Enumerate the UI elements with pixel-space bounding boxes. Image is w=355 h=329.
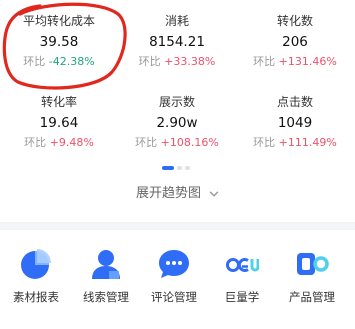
user-icon	[92, 250, 120, 279]
tool-label: 评论管理	[151, 290, 197, 304]
tool-label: 产品管理	[289, 290, 335, 304]
metric-label: 平均转化成本	[22, 14, 95, 28]
metric-impressions[interactable]: 展示数 2.90w 环比 +108.16%	[118, 94, 236, 150]
metric-label: 展示数	[158, 95, 195, 109]
metric-label: 转化率	[40, 95, 77, 109]
metric-clicks[interactable]: 点击数 1049 环比 +111.49%	[236, 94, 354, 150]
tool-ocean-learning[interactable]: 巨量学	[207, 247, 277, 305]
metric-value: 8154.21	[149, 34, 205, 50]
metric-value: 19.64	[39, 115, 79, 131]
metric-spend[interactable]: 消耗 8154.21 环比 +33.38%	[118, 13, 236, 69]
tool-material-report[interactable]: 素材报表	[1, 247, 71, 305]
ocean-logo-icon	[226, 258, 259, 272]
metric-avg-conversion-cost[interactable]: 平均转化成本 39.58 环比 -42.38%	[0, 13, 118, 69]
page-dot	[177, 166, 182, 170]
tool-lead-management[interactable]: 线索管理	[71, 247, 141, 305]
metric-conversions[interactable]: 转化数 206 环比 +131.46%	[236, 13, 354, 69]
metric-label: 转化数	[276, 14, 313, 28]
metric-value: 206	[282, 34, 308, 50]
expand-label: 展开趋势图	[135, 186, 201, 201]
metric-change: 环比 +131.46%	[253, 55, 337, 68]
tool-label: 线索管理	[83, 290, 129, 304]
metric-label: 消耗	[164, 14, 189, 28]
metric-value: 39.58	[39, 34, 79, 50]
metric-change: 环比 +9.48%	[24, 136, 94, 149]
metric-change: 环比 +111.49%	[253, 136, 337, 149]
pie-chart-icon	[21, 249, 51, 279]
chevron-down-icon	[209, 191, 219, 196]
page-indicator	[162, 166, 194, 170]
chat-bubble-icon	[159, 250, 189, 278]
metric-conversion-rate[interactable]: 转化率 19.64 环比 +9.48%	[0, 94, 118, 150]
tool-comment-management[interactable]: 评论管理	[139, 247, 209, 305]
metric-label: 点击数	[276, 95, 313, 109]
metric-change: 环比 +108.16%	[135, 136, 219, 149]
product-logo-icon	[297, 253, 329, 275]
metric-value: 1049	[277, 115, 313, 131]
tool-label: 巨量学	[224, 290, 260, 304]
page-dot	[185, 166, 190, 170]
metric-change: 环比 +33.38%	[138, 55, 216, 68]
metrics-panel: 平均转化成本 39.58 环比 -42.38% 消耗 8154.21 环比 +3…	[0, 0, 355, 162]
tool-label: 素材报表	[13, 290, 59, 304]
section-divider	[0, 222, 355, 230]
tool-product-management[interactable]: 产品管理	[277, 247, 347, 305]
page-dot-active	[162, 166, 174, 170]
metric-change: 环比 -42.38%	[23, 55, 95, 68]
expand-trend-chart-button[interactable]: 展开趋势图	[0, 184, 355, 204]
metric-value: 2.90w	[156, 115, 198, 131]
